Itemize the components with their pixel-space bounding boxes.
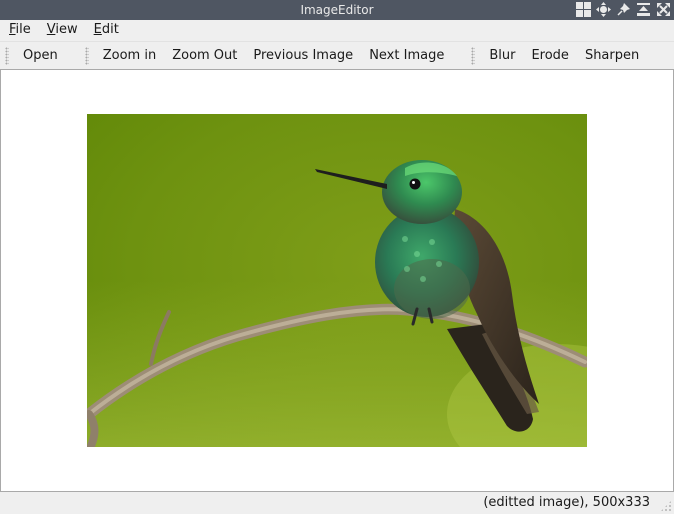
hummingbird-image bbox=[87, 114, 587, 447]
menu-view[interactable]: View bbox=[37, 20, 84, 40]
erode-button[interactable]: Erode bbox=[523, 43, 576, 69]
tile-icon[interactable] bbox=[575, 1, 592, 18]
image-editor-window: ImageEditor File View Edit Open Zoom in … bbox=[0, 0, 674, 514]
toolbar-handle-file[interactable] bbox=[5, 47, 9, 65]
zoom-out-button[interactable]: Zoom Out bbox=[164, 43, 245, 69]
next-image-button[interactable]: Next Image bbox=[361, 43, 452, 69]
pin-icon[interactable] bbox=[615, 1, 632, 18]
status-bar: (editted image), 500x333 bbox=[0, 492, 674, 514]
zoom-in-button[interactable]: Zoom in bbox=[95, 43, 164, 69]
blur-button[interactable]: Blur bbox=[481, 43, 523, 69]
window-title: ImageEditor bbox=[300, 3, 374, 17]
status-text: (editted image), 500x333 bbox=[483, 495, 650, 510]
toolbar-handle-edit[interactable] bbox=[471, 47, 476, 65]
menu-edit-mnemonic: E bbox=[93, 22, 102, 37]
menu-edit[interactable]: Edit bbox=[84, 20, 125, 40]
title-bar[interactable]: ImageEditor bbox=[0, 0, 674, 20]
menu-edit-label: dit bbox=[101, 22, 119, 37]
image-canvas[interactable] bbox=[0, 69, 674, 492]
minimize-icon[interactable] bbox=[635, 1, 652, 18]
toolbar-handle-view[interactable] bbox=[84, 47, 89, 65]
size-grip-icon[interactable] bbox=[660, 500, 672, 512]
menu-file[interactable]: File bbox=[0, 20, 37, 40]
title-bar-controls bbox=[575, 1, 672, 19]
close-icon[interactable] bbox=[655, 1, 672, 18]
open-button[interactable]: Open bbox=[15, 43, 66, 69]
sharpen-button[interactable]: Sharpen bbox=[577, 43, 647, 69]
menu-view-label: iew bbox=[55, 22, 78, 37]
previous-image-button[interactable]: Previous Image bbox=[245, 43, 361, 69]
toolbar: Open Zoom in Zoom Out Previous Image Nex… bbox=[0, 41, 674, 70]
menu-file-label: ile bbox=[15, 22, 31, 37]
menu-bar: File View Edit bbox=[0, 20, 674, 40]
move-icon[interactable] bbox=[595, 1, 612, 18]
